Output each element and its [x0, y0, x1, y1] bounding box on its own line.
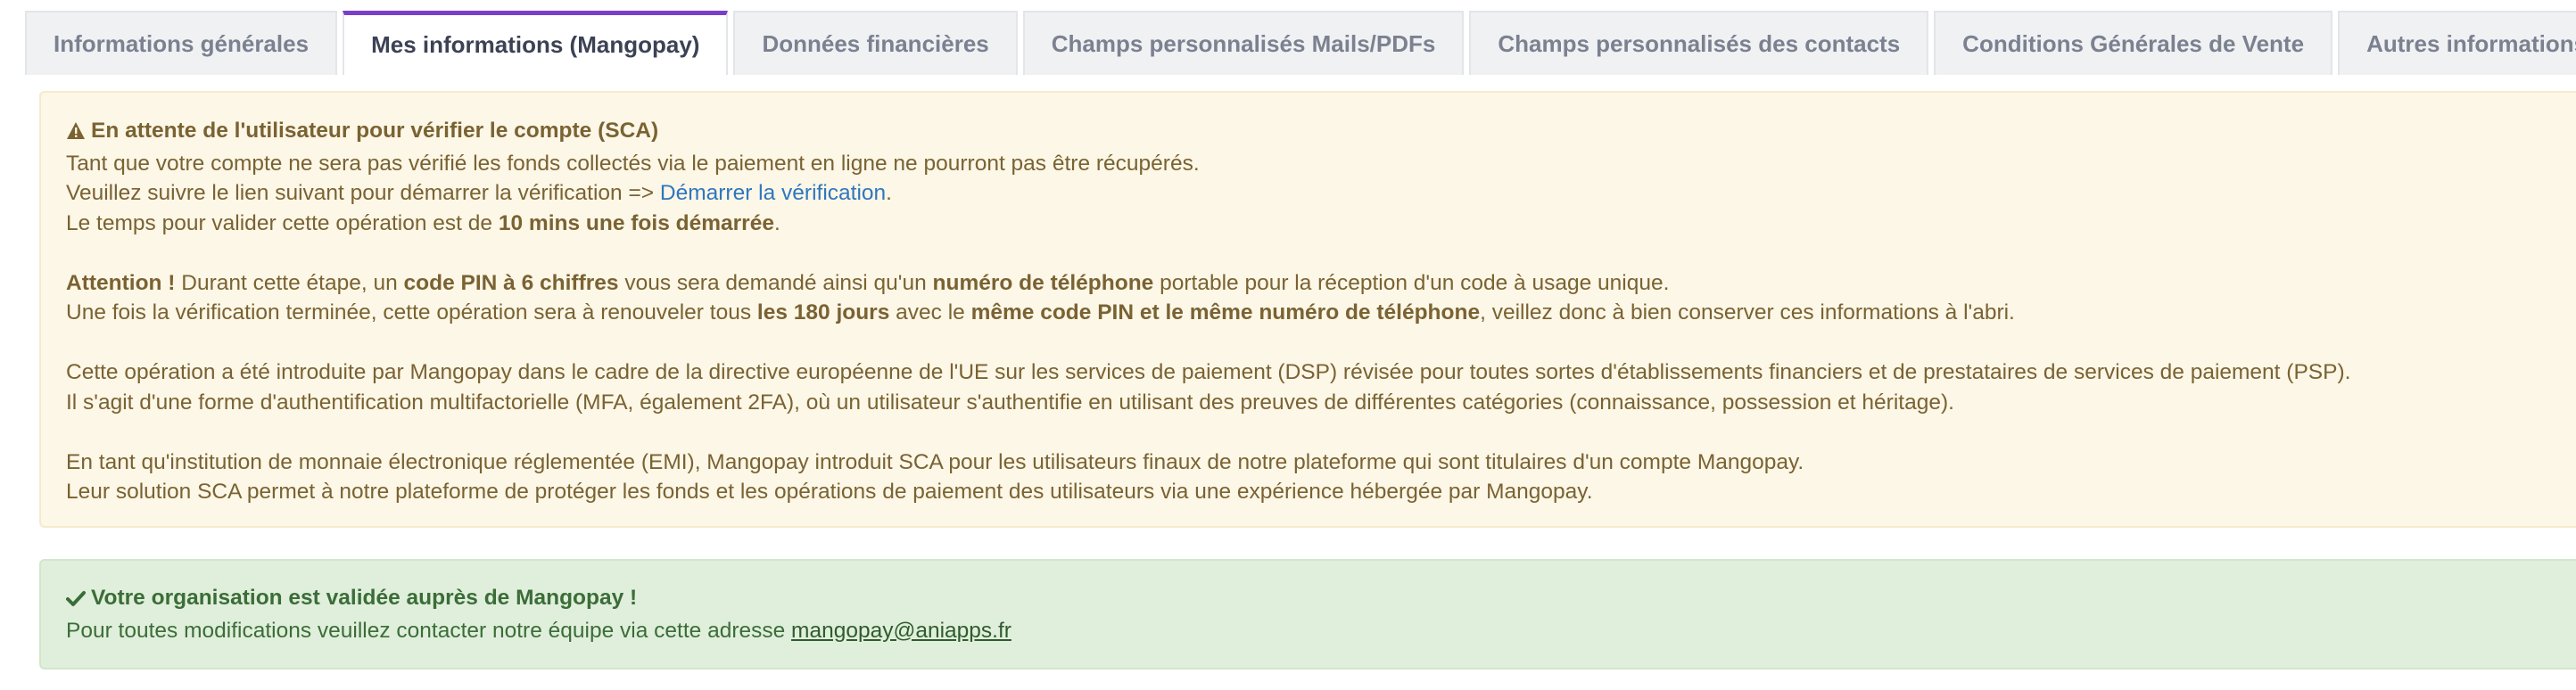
- checkmark-icon: [66, 586, 86, 616]
- success-title-line: Votre organisation est validée auprès de…: [66, 583, 2576, 616]
- settings-tabs: Informations générales Mes informations …: [25, 11, 2576, 75]
- success-contact-text: Pour toutes modifications veuillez conta…: [66, 618, 792, 643]
- warning-line-3-bold: 10 mins une fois démarrée: [498, 210, 774, 235]
- attention-text-1: Durant cette étape, un: [175, 270, 404, 295]
- mangopay-validated-alert: Votre organisation est validée auprès de…: [39, 559, 2576, 669]
- attention-phone: numéro de téléphone: [932, 270, 1154, 295]
- attention-text-2: vous sera demandé ainsi qu'un: [618, 270, 933, 295]
- dsp-line-2: Il s'agit d'une forme d'authentification…: [66, 390, 1954, 415]
- renew-days: les 180 jours: [756, 300, 890, 324]
- renew-same-credentials: même code PIN et le même numéro de télép…: [970, 300, 1481, 324]
- renew-text-3: , veillez donc à bien conserver ces info…: [1480, 300, 2015, 324]
- success-contact-line: Pour toutes modifications veuillez conta…: [66, 616, 2576, 646]
- emi-line-1: En tant qu'institution de monnaie électr…: [66, 449, 1804, 474]
- attention-line: Attention ! Durant cette étape, un code …: [66, 268, 2576, 299]
- tab-champs-personnalises-mails-pdfs[interactable]: Champs personnalisés Mails/PDFs: [1022, 11, 1465, 75]
- tab-champs-personnalises-contacts[interactable]: Champs personnalisés des contacts: [1469, 11, 1929, 75]
- start-verification-link[interactable]: Démarrer la vérification: [660, 181, 886, 205]
- warning-line-2: Veuillez suivre le lien suivant pour dém…: [66, 178, 2576, 209]
- warning-line-3-suffix: .: [773, 210, 780, 235]
- warning-title: En attente de l'utilisateur pour vérifie…: [91, 119, 659, 143]
- warning-title-line: En attente de l'utilisateur pour vérifie…: [66, 116, 2576, 149]
- emi-line-2: Leur solution SCA permet à notre platefo…: [66, 480, 1593, 504]
- tab-informations-generales[interactable]: Informations générales: [25, 11, 338, 75]
- tab-mes-informations-mangopay[interactable]: Mes informations (Mangopay): [343, 11, 729, 75]
- renew-text-2: avec le: [889, 300, 971, 324]
- warning-line-3-text: Le temps pour valider cette opération es…: [66, 210, 499, 235]
- warning-line-1: Tant que votre compte ne sera pas vérifi…: [66, 151, 1200, 176]
- dsp-line-1: Cette opération a été introduite par Man…: [66, 360, 2351, 384]
- warning-triangle-icon: [66, 119, 86, 149]
- sca-warning-alert: En attente de l'utilisateur pour vérifie…: [39, 91, 2576, 528]
- settings-page: Informations générales Mes informations …: [0, 0, 2576, 690]
- attention-text-3: portable pour la réception d'un code à u…: [1153, 270, 1670, 295]
- warning-line-2-suffix: .: [886, 181, 892, 205]
- tab-autres-informations[interactable]: Autres informations: [2338, 11, 2576, 75]
- warning-line-3: Le temps pour valider cette opération es…: [66, 209, 2576, 239]
- warning-line-2-text: Veuillez suivre le lien suivant pour dém…: [66, 181, 660, 205]
- renew-text-1: Une fois la vérification terminée, cette…: [66, 300, 757, 324]
- tab-donnees-financieres[interactable]: Données financières: [733, 11, 1018, 75]
- attention-pin: code PIN à 6 chiffres: [403, 270, 619, 295]
- success-title: Votre organisation est validée auprès de…: [91, 586, 638, 610]
- renew-line: Une fois la vérification terminée, cette…: [66, 298, 2576, 328]
- tab-conditions-generales-vente[interactable]: Conditions Générales de Vente: [1934, 11, 2333, 75]
- attention-label: Attention !: [66, 270, 176, 295]
- contact-email-link[interactable]: mangopay@aniapps.fr: [791, 619, 1011, 643]
